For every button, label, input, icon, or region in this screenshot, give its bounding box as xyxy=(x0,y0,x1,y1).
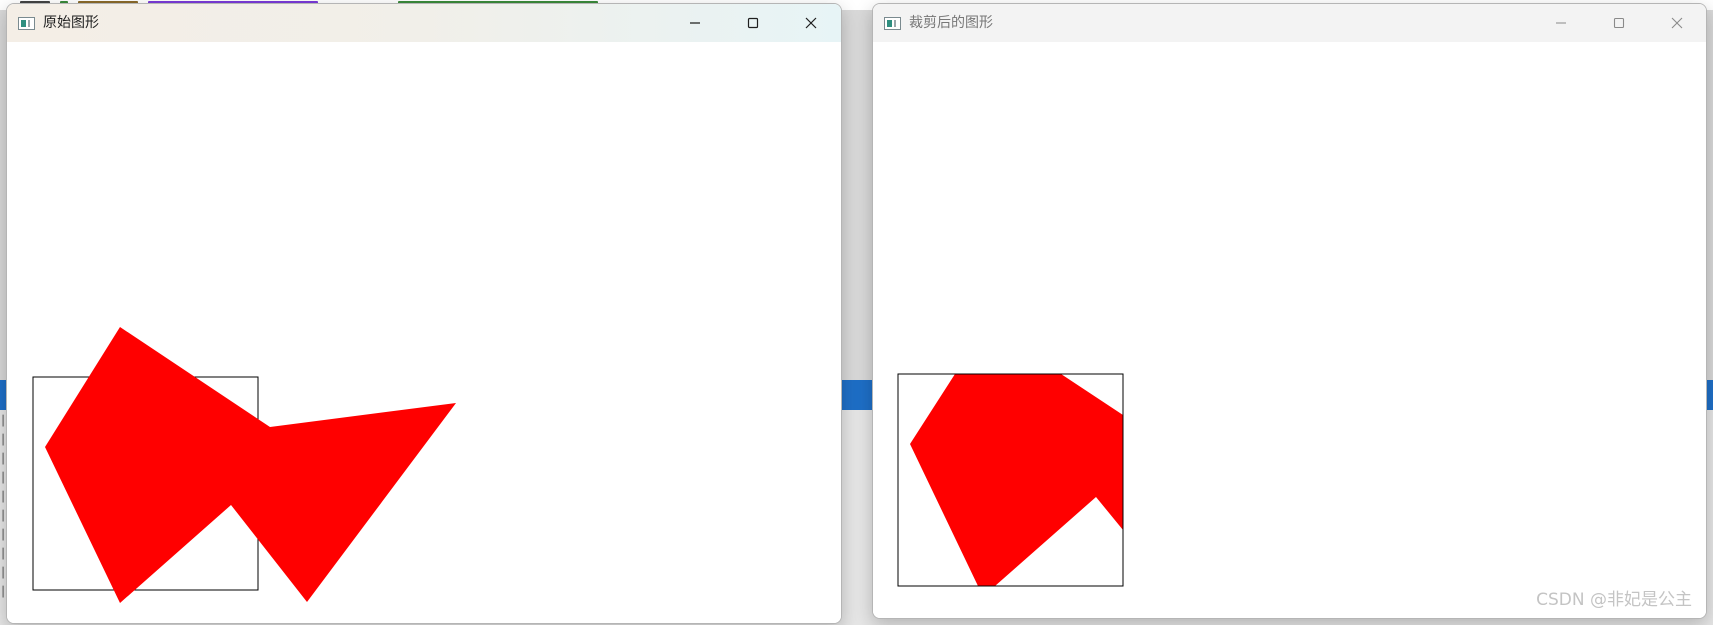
original-shape-window: 原始图形 xyxy=(6,3,842,624)
maximize-icon xyxy=(747,17,759,29)
window-title: 裁剪后的图形 xyxy=(909,15,993,31)
clipped-polygon xyxy=(910,374,1123,586)
close-icon xyxy=(1671,17,1683,29)
close-button[interactable] xyxy=(1654,4,1700,42)
close-button[interactable] xyxy=(788,4,834,42)
watermark: CSDN @非妃是公主 xyxy=(1536,590,1692,610)
clipped-shape-drawing xyxy=(897,373,1124,587)
drawing-canvas xyxy=(7,42,841,623)
maximize-button[interactable] xyxy=(730,4,776,42)
app-window-icon xyxy=(884,17,901,30)
maximize-icon xyxy=(1613,17,1625,29)
drawing-canvas: CSDN @非妃是公主 xyxy=(873,42,1706,618)
minimize-icon xyxy=(1556,22,1566,24)
minimize-button[interactable] xyxy=(672,4,718,42)
close-icon xyxy=(805,17,817,29)
app-window-icon xyxy=(18,17,35,30)
minimize-icon xyxy=(690,22,700,24)
title-bar[interactable]: 原始图形 xyxy=(7,4,841,42)
window-title: 原始图形 xyxy=(43,15,99,31)
maximize-button[interactable] xyxy=(1596,4,1642,42)
original-shape-drawing xyxy=(32,327,456,603)
title-bar[interactable]: 裁剪后的图形 xyxy=(873,4,1706,42)
clipped-shape-window: 裁剪后的图形 CSDN @非妃是公主 xyxy=(872,3,1707,619)
original-polygon xyxy=(45,327,456,603)
minimize-button[interactable] xyxy=(1538,4,1584,42)
